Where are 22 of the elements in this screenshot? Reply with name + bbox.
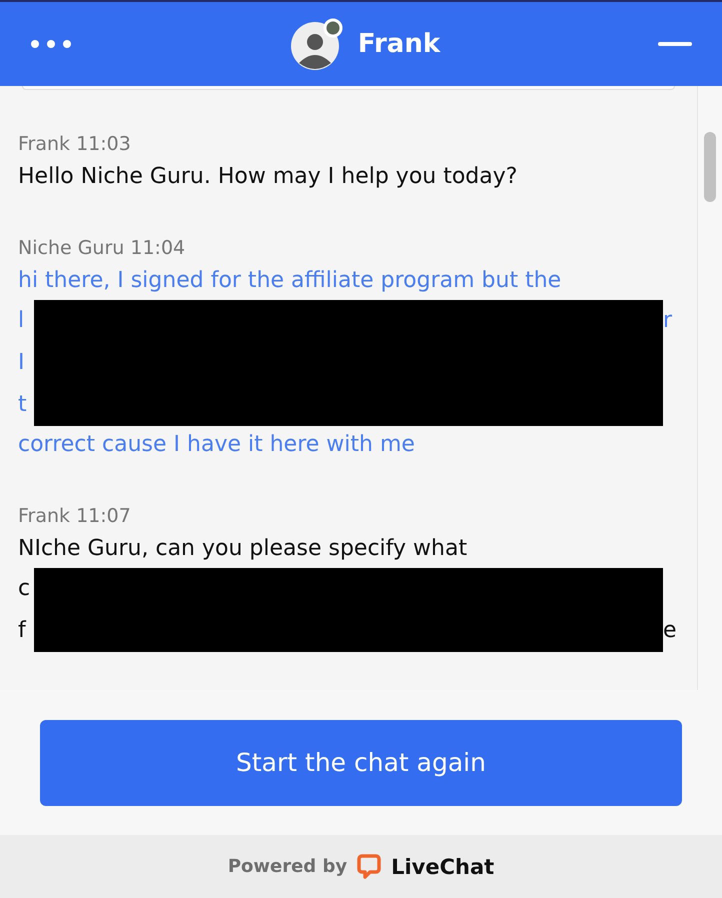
message-text: c (18, 575, 32, 603)
message-text: l (18, 307, 26, 335)
message-text: t (18, 391, 28, 419)
message-text: I (18, 349, 26, 377)
brand-name[interactable]: LiveChat (391, 854, 494, 878)
scrollbar-thumb[interactable] (704, 132, 716, 202)
message-text: NIche Guru, can you please specify what (18, 535, 468, 563)
message-text: f (18, 617, 28, 645)
message-text: hi there, I signed for the affiliate program but the (18, 267, 562, 295)
more-icon[interactable] (30, 39, 72, 49)
minimize-icon[interactable] (658, 42, 692, 46)
powered-by-text: Powered by (228, 856, 348, 877)
message-text: r (663, 307, 674, 335)
message-author: Frank 11:03 (18, 132, 132, 157)
message-author: Frank 11:07 (18, 504, 132, 529)
message-author: Niche Guru 11:04 (18, 236, 186, 261)
message-text: e (663, 617, 678, 645)
message-text: Hello Niche Guru. How may I help you today? (18, 163, 518, 191)
restart-chat-button[interactable]: Start the chat again (40, 720, 682, 806)
message-text: correct cause I have it here with me (18, 431, 416, 459)
speech-bubble-icon (357, 854, 382, 880)
agent-name: Frank (358, 29, 440, 59)
